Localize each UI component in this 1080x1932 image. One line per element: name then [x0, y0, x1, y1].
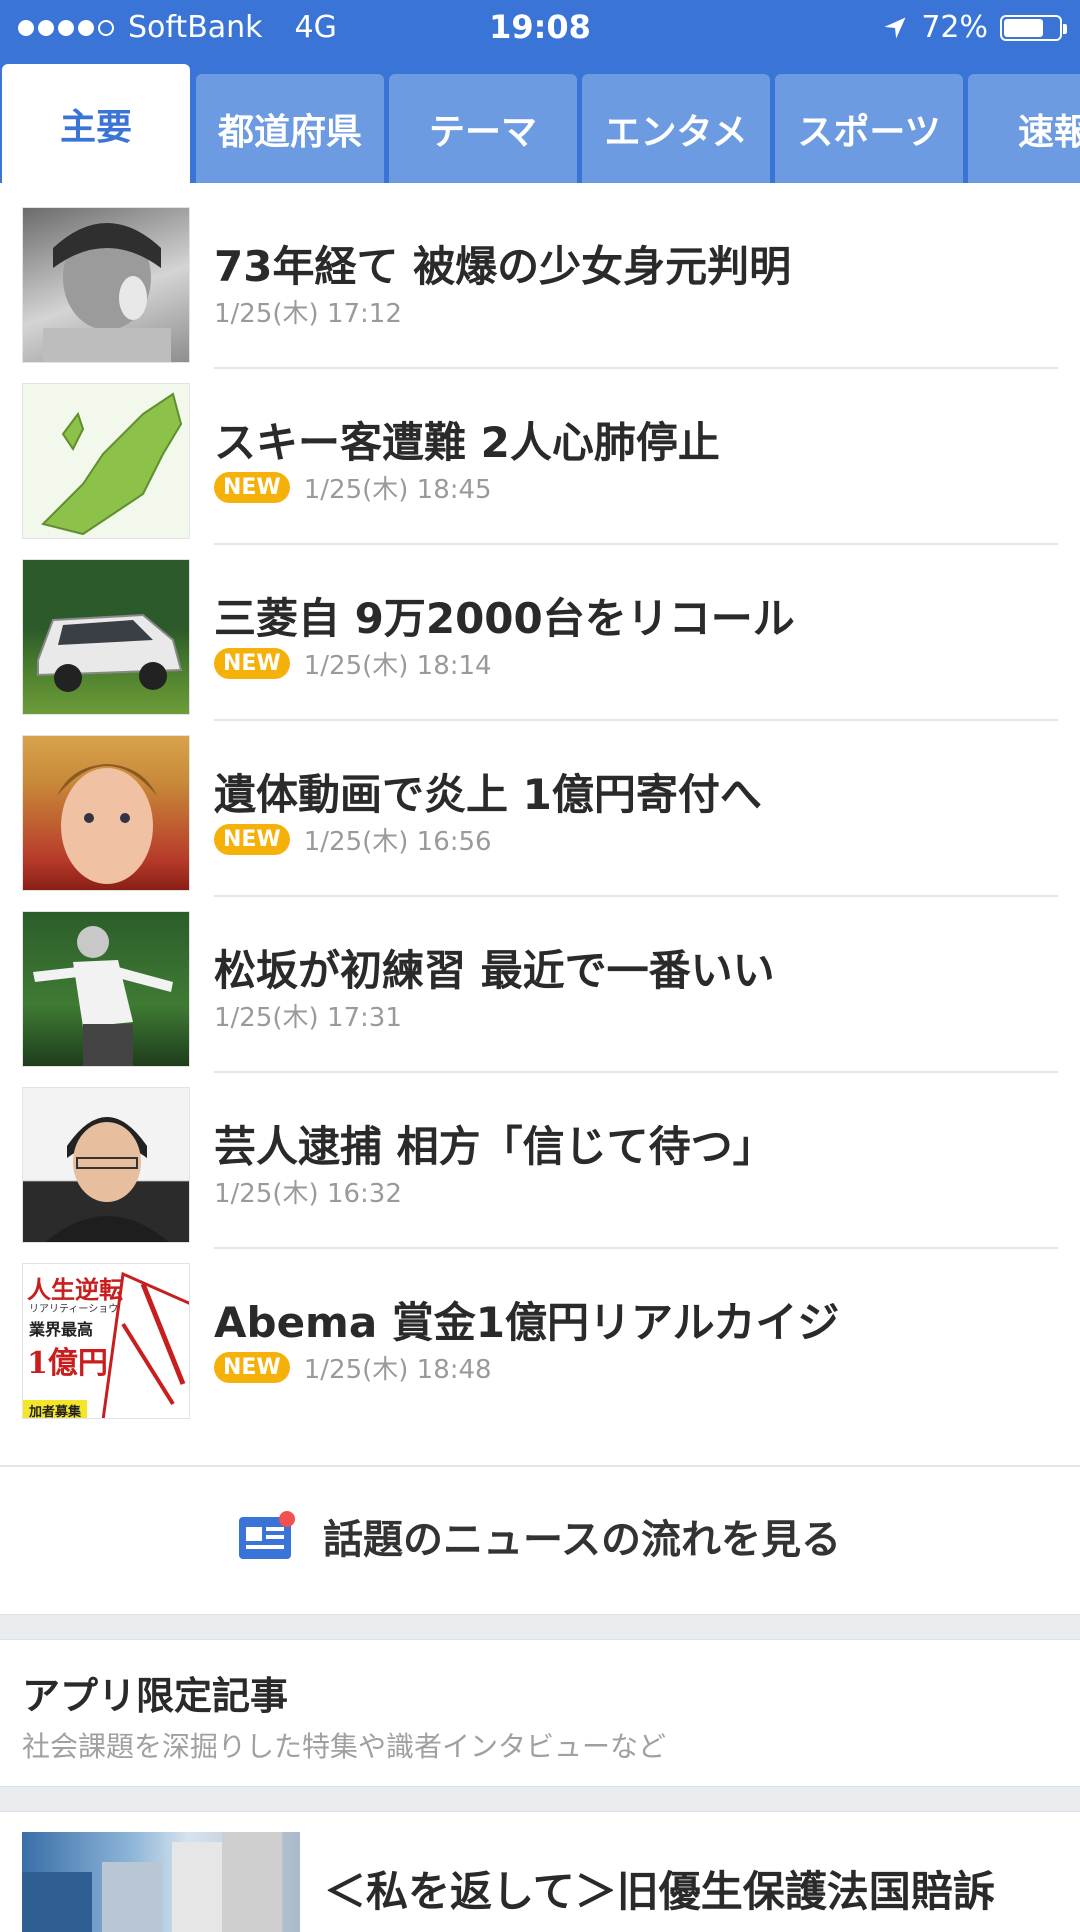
- news-item[interactable]: 松坂が初練習 最近で一番いい 1/25(木) 17:31: [0, 887, 1080, 1073]
- news-thumbnail: 人生逆転 リアリティーショウ 業界最高 1億円 加者募集: [22, 1263, 190, 1419]
- battery-icon: [1000, 14, 1067, 41]
- section-separator: [0, 1786, 1080, 1812]
- news-title: 芸人逮捕 相方「信じて待つ」: [214, 1122, 775, 1171]
- status-right: 72%: [881, 10, 1067, 45]
- news-thumbnail: [22, 1087, 190, 1243]
- news-title: 遺体動画で炎上 1億円寄付へ: [214, 770, 762, 819]
- news-time: 1/25(木) 18:14: [303, 651, 492, 681]
- news-meta: NEW 1/25(木) 18:14: [214, 645, 492, 682]
- news-meta: NEW 1/25(木) 18:48: [214, 1349, 492, 1386]
- news-thumbnail: [22, 559, 190, 715]
- news-time: 1/25(木) 16:56: [303, 827, 492, 857]
- news-feed-icon: [239, 1511, 297, 1561]
- news-time: 1/25(木) 18:48: [303, 1355, 492, 1385]
- news-title: 三菱自 9万2000台をリコール: [214, 594, 795, 643]
- building-photo-image: [22, 1832, 282, 1932]
- featured-title: ＜私を返して＞旧優生保護法国賠訴: [324, 1867, 995, 1916]
- topic-flow-link[interactable]: 話題のニュースの流れを見る: [0, 1465, 1080, 1605]
- news-thumbnail: [22, 383, 190, 539]
- location-arrow-icon: [884, 17, 906, 38]
- news-item[interactable]: 芸人逮捕 相方「信じて待つ」 1/25(木) 16:32: [0, 1063, 1080, 1249]
- tab-main[interactable]: 主要: [2, 64, 190, 183]
- new-badge: NEW: [214, 648, 290, 679]
- suv-photo-image: [37, 613, 183, 692]
- topic-flow-label: 話題のニュースの流れを見る: [323, 1517, 841, 1563]
- new-badge: NEW: [214, 1352, 290, 1383]
- news-title: 73年経て 被爆の少女身元判明: [214, 242, 792, 291]
- battery-level: [1004, 18, 1043, 37]
- section-subtitle: 社会課題を深掘りした特集や識者インタビューなど: [22, 1730, 667, 1763]
- news-meta: 1/25(木) 16:32: [214, 1173, 402, 1210]
- news-time: 1/25(木) 17:31: [214, 1003, 402, 1033]
- category-tabs: 主要 都道府県 テーマ エンタメ スポーツ 速報: [0, 58, 1080, 183]
- tab-sports[interactable]: スポーツ: [775, 74, 963, 183]
- news-meta: 1/25(木) 17:12: [214, 293, 402, 330]
- tab-breaking[interactable]: 速報: [968, 74, 1080, 183]
- news-title: 松坂が初練習 最近で一番いい: [214, 946, 775, 995]
- news-thumbnail: [22, 911, 190, 1067]
- battery-percent: 72%: [921, 10, 988, 45]
- featured-thumbnail: [22, 1832, 300, 1932]
- news-item[interactable]: 73年経て 被爆の少女身元判明 1/25(木) 17:12: [0, 183, 1080, 369]
- pitcher-photo-image: [33, 926, 173, 1066]
- news-title: スキー客遭難 2人心肺停止: [214, 418, 720, 467]
- girl-photo-image: [43, 223, 171, 362]
- tab-themes[interactable]: テーマ: [389, 74, 577, 183]
- new-badge: NEW: [214, 472, 290, 503]
- news-item[interactable]: 人生逆転 リアリティーショウ 業界最高 1億円 加者募集 Abema 賞金1億円…: [0, 1239, 1080, 1419]
- news-thumbnail: [22, 735, 190, 891]
- status-bar: SoftBank 4G 19:08 72%: [0, 0, 1080, 58]
- news-meta: NEW 1/25(木) 18:45: [214, 469, 492, 506]
- tab-entertainment[interactable]: エンタメ: [582, 74, 770, 183]
- man-portrait-image: [57, 764, 157, 884]
- news-time: 1/25(木) 17:12: [214, 299, 402, 329]
- news-meta: NEW 1/25(木) 16:56: [214, 821, 492, 858]
- comedian-portrait-image: [45, 1117, 169, 1242]
- tab-prefectures[interactable]: 都道府県: [196, 74, 384, 183]
- news-item[interactable]: 遺体動画で炎上 1億円寄付へ NEW 1/25(木) 16:56: [0, 711, 1080, 897]
- section-title: アプリ限定記事: [22, 1674, 289, 1718]
- new-badge: NEW: [214, 824, 290, 855]
- news-meta: 1/25(木) 17:31: [214, 997, 402, 1034]
- news-title: Abema 賞金1億円リアルカイジ: [214, 1298, 840, 1347]
- section-separator: [0, 1614, 1080, 1640]
- news-time: 1/25(木) 16:32: [214, 1179, 402, 1209]
- news-item[interactable]: 三菱自 9万2000台をリコール NEW 1/25(木) 18:14: [0, 535, 1080, 721]
- poster-graphic-image: [101, 1271, 189, 1418]
- niigata-map-image: [41, 392, 183, 536]
- news-item[interactable]: スキー客遭難 2人心肺停止 NEW 1/25(木) 18:45: [0, 359, 1080, 545]
- news-thumbnail: [22, 207, 190, 363]
- news-time: 1/25(木) 18:45: [303, 475, 492, 505]
